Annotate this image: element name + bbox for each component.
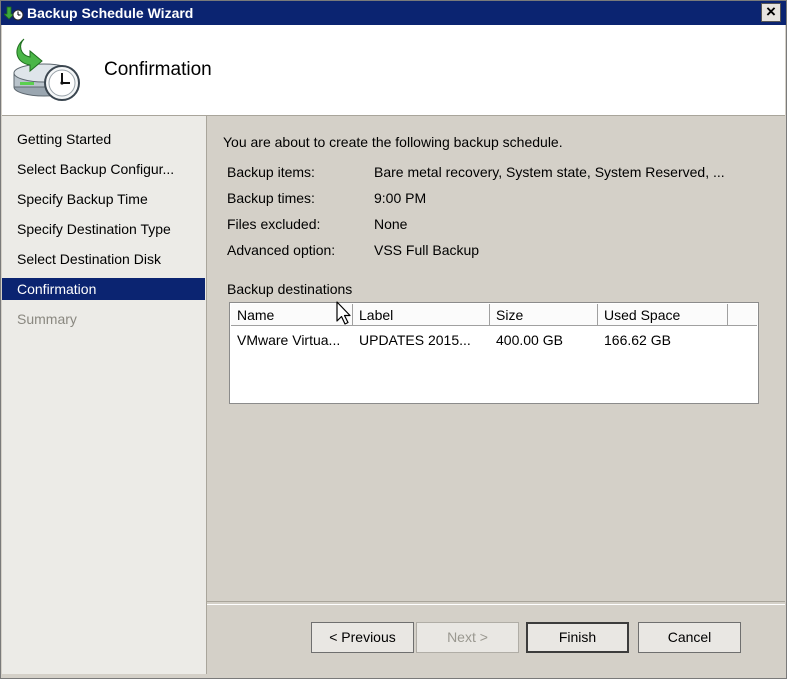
title-bar[interactable]: Backup Schedule Wizard × xyxy=(1,1,786,25)
backup-times-value: 9:00 PM xyxy=(374,190,427,206)
backup-items-value: Bare metal recovery, System state, Syste… xyxy=(374,164,725,180)
intro-text: You are about to create the following ba… xyxy=(223,134,563,150)
files-excluded-value: None xyxy=(374,216,408,232)
nav-item-summary: Summary xyxy=(17,311,77,327)
backup-items-label: Backup items: xyxy=(227,164,315,180)
next-button: Next > xyxy=(416,622,519,653)
column-header-name[interactable]: Name xyxy=(231,304,353,326)
finish-button[interactable]: Finish xyxy=(526,622,629,653)
nav-item-specify-backup-time[interactable]: Specify Backup Time xyxy=(2,188,205,210)
wizard-steps-nav: Getting Started Select Backup Configur..… xyxy=(2,116,207,674)
cell-size: 400.00 GB xyxy=(496,332,563,348)
confirmation-panel: You are about to create the following ba… xyxy=(207,116,785,601)
advanced-option-value: VSS Full Backup xyxy=(374,242,480,258)
backup-destinations-table[interactable]: Name Label Size Used Space VMware Virtua… xyxy=(229,302,759,404)
window-title: Backup Schedule Wizard xyxy=(27,5,194,21)
close-button[interactable]: × xyxy=(761,3,781,22)
nav-item-select-backup-configuration[interactable]: Select Backup Configur... xyxy=(2,158,205,180)
advanced-option-label: Advanced option: xyxy=(227,242,336,258)
files-excluded-label: Files excluded: xyxy=(227,216,321,232)
nav-item-getting-started[interactable]: Getting Started xyxy=(2,128,205,150)
page-title: Confirmation xyxy=(104,59,212,80)
wizard-header: Confirmation xyxy=(2,25,785,116)
mouse-pointer-icon xyxy=(336,301,351,325)
button-divider xyxy=(207,601,785,605)
column-header-used-space[interactable]: Used Space xyxy=(598,304,728,326)
nav-item-specify-destination-type[interactable]: Specify Destination Type xyxy=(2,218,205,240)
cell-name: VMware Virtua... xyxy=(237,332,341,348)
backup-clock-icon xyxy=(4,6,24,21)
backup-disk-clock-icon xyxy=(13,38,80,101)
column-header-filler xyxy=(728,304,757,326)
backup-times-label: Backup times: xyxy=(227,190,315,206)
column-header-size[interactable]: Size xyxy=(490,304,598,326)
cell-used-space: 166.62 GB xyxy=(604,332,671,348)
wizard-window: Backup Schedule Wizard × Confirmation Ge… xyxy=(0,0,787,679)
nav-item-select-destination-disk[interactable]: Select Destination Disk xyxy=(2,248,205,270)
backup-destinations-label: Backup destinations xyxy=(227,281,353,297)
table-header: Name Label Size Used Space xyxy=(231,304,757,326)
column-header-label[interactable]: Label xyxy=(353,304,490,326)
nav-item-confirmation[interactable]: Confirmation xyxy=(2,278,205,300)
cancel-button[interactable]: Cancel xyxy=(638,622,741,653)
cell-label: UPDATES 2015... xyxy=(359,332,471,348)
previous-button[interactable]: < Previous xyxy=(311,622,414,653)
